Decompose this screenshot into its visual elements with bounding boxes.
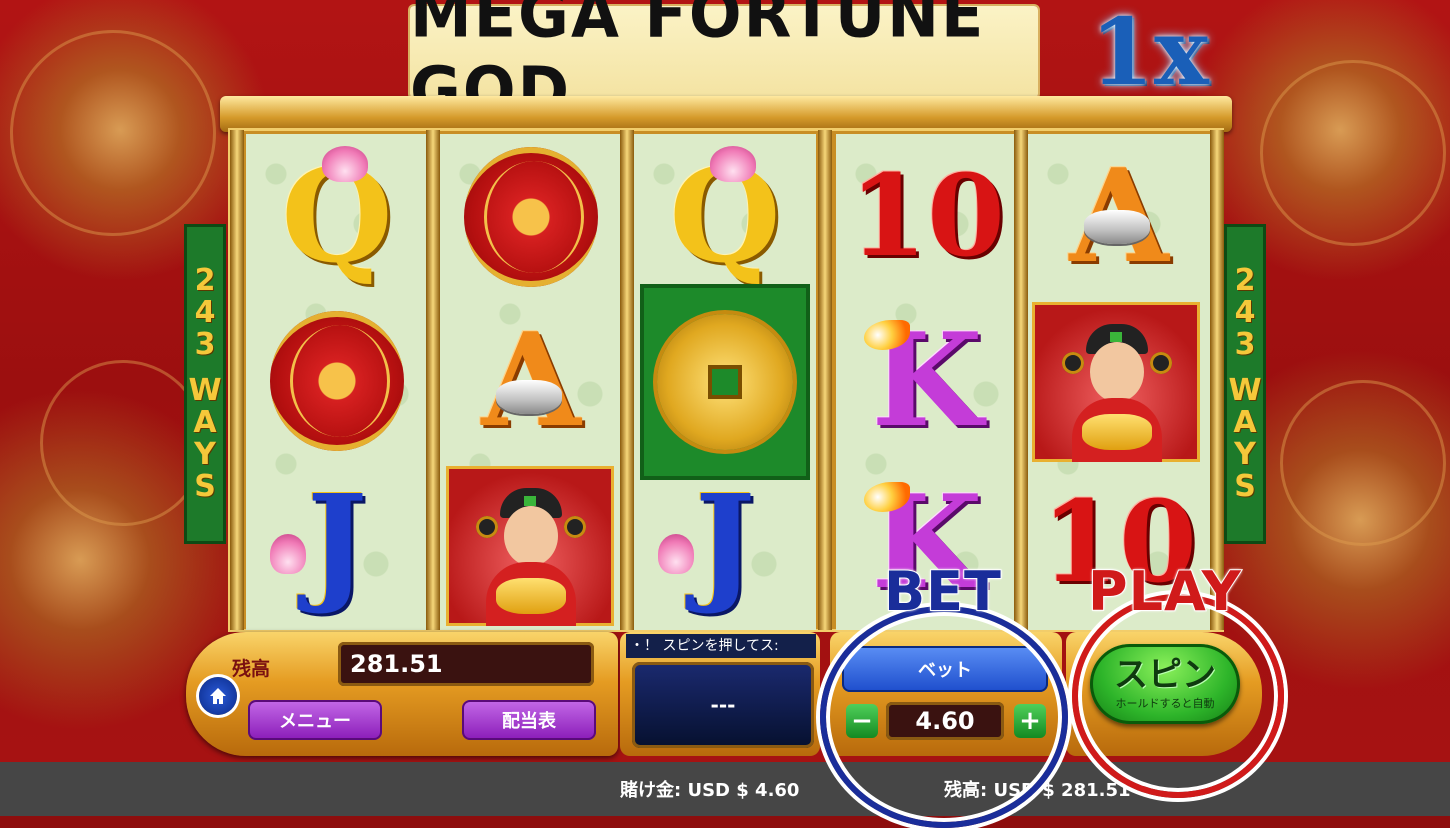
symbol-q: Q xyxy=(281,142,393,292)
paytable-button[interactable]: 配当表 xyxy=(462,700,596,740)
lotus-icon xyxy=(322,146,368,182)
silver-ingot-icon xyxy=(496,380,562,414)
reel-divider xyxy=(426,130,440,630)
home-icon xyxy=(210,688,226,704)
balance-value: 281.51 xyxy=(338,642,594,686)
face-icon xyxy=(504,506,558,566)
multiplier-indicator: 1x xyxy=(1090,0,1209,106)
game-title-banner: MEGA FORTUNE GOD xyxy=(410,0,1038,129)
balance-label: 残高 xyxy=(232,658,271,680)
bet-highlight-ring xyxy=(820,606,1068,828)
win-display: --- xyxy=(632,662,814,748)
reel-divider xyxy=(230,130,244,630)
ways-banner-left: 2 4 3 W A Y S xyxy=(184,224,226,544)
status-bet: 賭け金: USD $ 4.60 xyxy=(620,780,800,801)
symbol-a: A xyxy=(1028,136,1210,298)
symbol-lantern xyxy=(440,136,622,298)
symbol-lantern xyxy=(246,300,428,462)
bet-annotation-label: BET xyxy=(883,559,1002,624)
reel-divider xyxy=(818,130,832,630)
reel-frame-top xyxy=(220,96,1232,132)
gold-ingot-icon xyxy=(1082,414,1152,450)
symbol-coin xyxy=(640,284,810,480)
lantern-icon xyxy=(270,311,404,451)
message-ticker: ・！ スピンを押してス: xyxy=(626,634,816,658)
symbol-k: K xyxy=(836,300,1018,462)
symbol-10: 10 xyxy=(849,151,1005,282)
play-annotation-label: PLAY xyxy=(1087,559,1242,624)
symbol-j: J xyxy=(246,462,428,624)
reel-divider xyxy=(1210,130,1224,630)
ways-banner-right: 2 4 3 W A Y S xyxy=(1224,224,1266,544)
face-icon xyxy=(1090,342,1144,402)
play-highlight-ring xyxy=(1072,594,1284,798)
lantern-icon xyxy=(464,147,598,287)
gold-coin-icon xyxy=(657,314,793,450)
silver-ingot-icon xyxy=(1084,210,1150,244)
symbol-j: J xyxy=(634,462,816,624)
gold-ingot-icon xyxy=(496,578,566,614)
lotus-icon xyxy=(710,146,756,182)
lotus-bud-icon xyxy=(658,534,694,574)
reel-divider xyxy=(620,130,634,630)
symbol-q: Q xyxy=(669,142,781,292)
home-button[interactable] xyxy=(199,677,237,715)
menu-button[interactable]: メニュー xyxy=(248,700,382,740)
symbol-fortune-god xyxy=(446,466,614,626)
lotus-bud-icon xyxy=(270,534,306,574)
symbol-fortune-god xyxy=(1032,302,1200,462)
symbol-a: A xyxy=(440,300,622,462)
